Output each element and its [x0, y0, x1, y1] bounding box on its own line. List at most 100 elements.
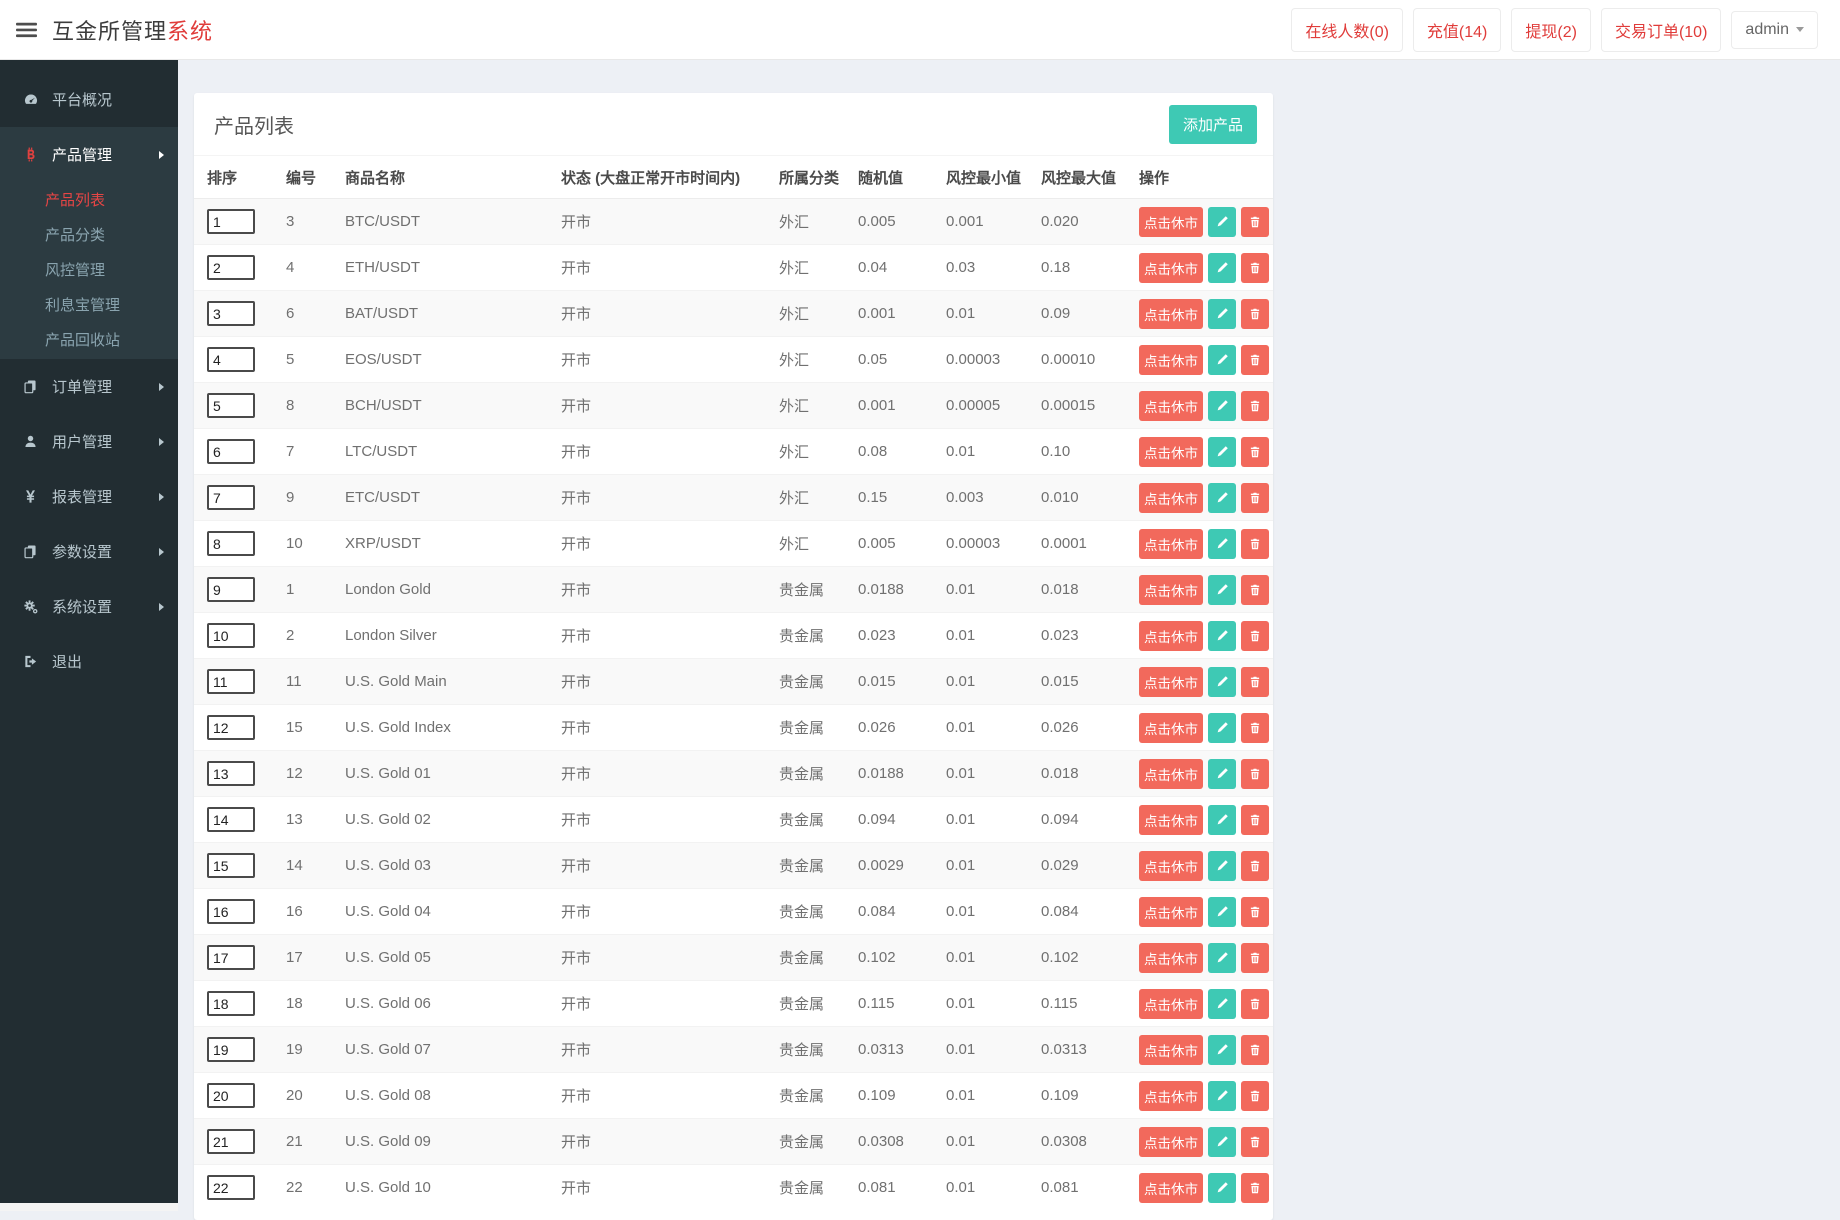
sidebar-subitem-risk-management[interactable]: 风控管理	[0, 252, 178, 287]
close-market-button[interactable]: 点击休市	[1139, 1173, 1203, 1203]
sort-input[interactable]	[207, 899, 255, 924]
sort-input[interactable]	[207, 945, 255, 970]
menu-toggle-icon[interactable]	[16, 22, 37, 38]
sidebar-item-product-management[interactable]: 产品管理	[0, 127, 178, 182]
close-market-button[interactable]: 点击休市	[1139, 805, 1203, 835]
nav-trade-orders-button[interactable]: 交易订单(10)	[1601, 8, 1721, 52]
edit-button[interactable]	[1208, 345, 1236, 375]
edit-button[interactable]	[1208, 253, 1236, 283]
sort-input[interactable]	[207, 301, 255, 326]
delete-button[interactable]	[1241, 943, 1269, 973]
nav-withdraw-button[interactable]: 提现(2)	[1511, 8, 1591, 52]
sort-input[interactable]	[207, 1129, 255, 1154]
edit-button[interactable]	[1208, 851, 1236, 881]
sort-input[interactable]	[207, 623, 255, 648]
close-market-button[interactable]: 点击休市	[1139, 897, 1203, 927]
edit-button[interactable]	[1208, 529, 1236, 559]
add-product-button[interactable]: 添加产品	[1169, 105, 1257, 144]
nav-recharge-button[interactable]: 充值(14)	[1413, 8, 1501, 52]
delete-button[interactable]	[1241, 713, 1269, 743]
delete-button[interactable]	[1241, 667, 1269, 697]
close-market-button[interactable]: 点击休市	[1139, 345, 1203, 375]
close-market-button[interactable]: 点击休市	[1139, 253, 1203, 283]
close-market-button[interactable]: 点击休市	[1139, 575, 1203, 605]
sidebar-item-order-management[interactable]: 订单管理	[0, 359, 178, 414]
close-market-button[interactable]: 点击休市	[1139, 713, 1203, 743]
sort-input[interactable]	[207, 485, 255, 510]
sort-input[interactable]	[207, 393, 255, 418]
edit-button[interactable]	[1208, 667, 1236, 697]
sort-input[interactable]	[207, 1037, 255, 1062]
user-menu-button[interactable]: admin	[1731, 11, 1818, 49]
edit-button[interactable]	[1208, 759, 1236, 789]
sidebar-item-user-management[interactable]: 用户管理	[0, 414, 178, 469]
delete-button[interactable]	[1241, 897, 1269, 927]
edit-button[interactable]	[1208, 713, 1236, 743]
delete-button[interactable]	[1241, 299, 1269, 329]
delete-button[interactable]	[1241, 1035, 1269, 1065]
sort-input[interactable]	[207, 347, 255, 372]
edit-button[interactable]	[1208, 1173, 1236, 1203]
close-market-button[interactable]: 点击休市	[1139, 851, 1203, 881]
delete-button[interactable]	[1241, 1081, 1269, 1111]
delete-button[interactable]	[1241, 759, 1269, 789]
edit-button[interactable]	[1208, 483, 1236, 513]
close-market-button[interactable]: 点击休市	[1139, 667, 1203, 697]
sidebar-item-report-management[interactable]: 报表管理	[0, 469, 178, 524]
close-market-button[interactable]: 点击休市	[1139, 207, 1203, 237]
delete-button[interactable]	[1241, 1173, 1269, 1203]
edit-button[interactable]	[1208, 299, 1236, 329]
sidebar-item-logout[interactable]: 退出	[0, 634, 178, 689]
edit-button[interactable]	[1208, 437, 1236, 467]
sidebar-item-platform-overview[interactable]: 平台概况	[0, 72, 178, 127]
edit-button[interactable]	[1208, 621, 1236, 651]
sort-input[interactable]	[207, 531, 255, 556]
delete-button[interactable]	[1241, 391, 1269, 421]
sort-input[interactable]	[207, 1083, 255, 1108]
edit-button[interactable]	[1208, 1081, 1236, 1111]
close-market-button[interactable]: 点击休市	[1139, 391, 1203, 421]
close-market-button[interactable]: 点击休市	[1139, 437, 1203, 467]
sort-input[interactable]	[207, 761, 255, 786]
delete-button[interactable]	[1241, 1127, 1269, 1157]
sort-input[interactable]	[207, 715, 255, 740]
delete-button[interactable]	[1241, 621, 1269, 651]
close-market-button[interactable]: 点击休市	[1139, 1035, 1203, 1065]
delete-button[interactable]	[1241, 989, 1269, 1019]
delete-button[interactable]	[1241, 575, 1269, 605]
sidebar-subitem-interest-management[interactable]: 利息宝管理	[0, 287, 178, 322]
sort-input[interactable]	[207, 807, 255, 832]
close-market-button[interactable]: 点击休市	[1139, 529, 1203, 559]
sort-input[interactable]	[207, 439, 255, 464]
sidebar-item-parameter-settings[interactable]: 参数设置	[0, 524, 178, 579]
close-market-button[interactable]: 点击休市	[1139, 483, 1203, 513]
sort-input[interactable]	[207, 577, 255, 602]
sort-input[interactable]	[207, 209, 255, 234]
edit-button[interactable]	[1208, 1035, 1236, 1065]
edit-button[interactable]	[1208, 391, 1236, 421]
sort-input[interactable]	[207, 1175, 255, 1200]
edit-button[interactable]	[1208, 207, 1236, 237]
sort-input[interactable]	[207, 669, 255, 694]
sort-input[interactable]	[207, 853, 255, 878]
close-market-button[interactable]: 点击休市	[1139, 1127, 1203, 1157]
delete-button[interactable]	[1241, 851, 1269, 881]
delete-button[interactable]	[1241, 437, 1269, 467]
close-market-button[interactable]: 点击休市	[1139, 1081, 1203, 1111]
sidebar-subitem-product-category[interactable]: 产品分类	[0, 217, 178, 252]
close-market-button[interactable]: 点击休市	[1139, 989, 1203, 1019]
close-market-button[interactable]: 点击休市	[1139, 943, 1203, 973]
edit-button[interactable]	[1208, 805, 1236, 835]
edit-button[interactable]	[1208, 989, 1236, 1019]
edit-button[interactable]	[1208, 943, 1236, 973]
close-market-button[interactable]: 点击休市	[1139, 759, 1203, 789]
delete-button[interactable]	[1241, 483, 1269, 513]
delete-button[interactable]	[1241, 207, 1269, 237]
edit-button[interactable]	[1208, 897, 1236, 927]
delete-button[interactable]	[1241, 805, 1269, 835]
delete-button[interactable]	[1241, 253, 1269, 283]
sort-input[interactable]	[207, 991, 255, 1016]
sidebar-subitem-product-list[interactable]: 产品列表	[0, 182, 178, 217]
delete-button[interactable]	[1241, 345, 1269, 375]
sidebar-item-system-settings[interactable]: 系统设置	[0, 579, 178, 634]
